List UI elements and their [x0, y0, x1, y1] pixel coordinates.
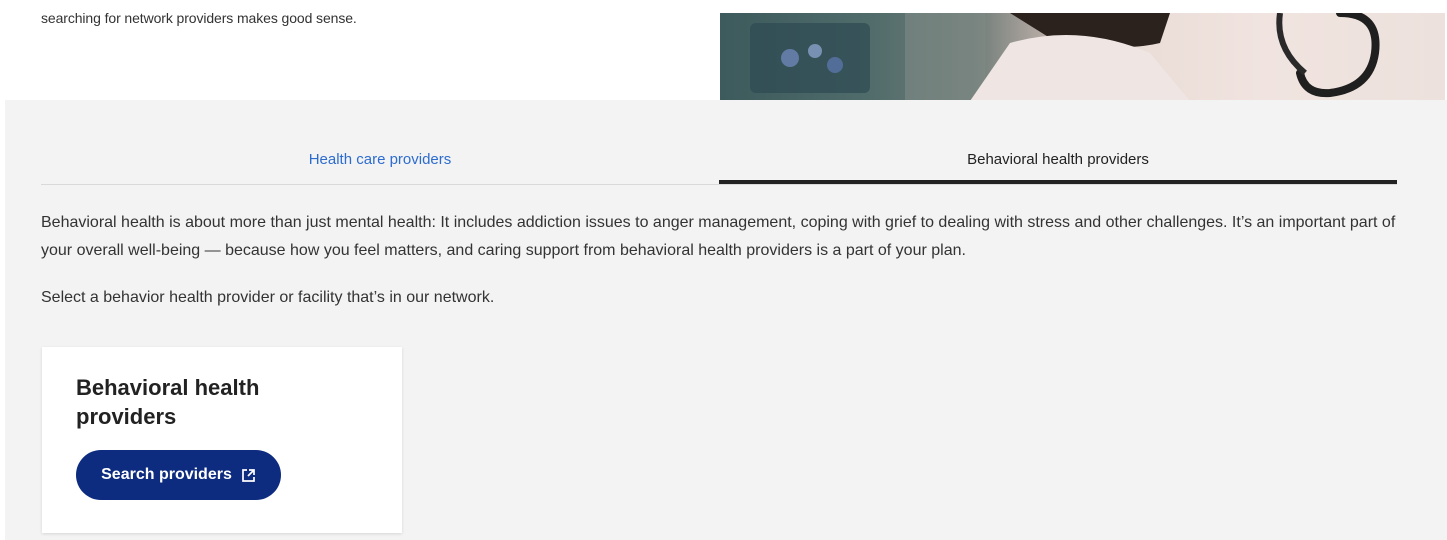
search-providers-label: Search providers	[101, 466, 232, 483]
behavioral-health-card: Behavioral health providers Search provi…	[42, 347, 402, 533]
tab-health-care-providers[interactable]: Health care providers	[41, 138, 719, 180]
select-provider-text: Select a behavior health provider or fac…	[41, 289, 495, 306]
hero-image-doctor	[720, 13, 1445, 101]
main-section: Health care providers Behavioral health …	[5, 100, 1447, 540]
search-providers-button[interactable]: Search providers	[76, 450, 281, 500]
card-title: Behavioral health providers	[76, 375, 260, 429]
behavioral-health-description: Behavioral health is about more than jus…	[41, 214, 1396, 259]
external-link-icon	[241, 468, 256, 483]
tab-behavioral-health-providers[interactable]: Behavioral health providers	[719, 138, 1397, 184]
hero-illustration	[750, 13, 1380, 101]
top-section: searching for network providers makes go…	[0, 0, 1447, 101]
intro-text: searching for network providers makes go…	[41, 10, 357, 26]
provider-tabs: Health care providers Behavioral health …	[41, 138, 1397, 185]
